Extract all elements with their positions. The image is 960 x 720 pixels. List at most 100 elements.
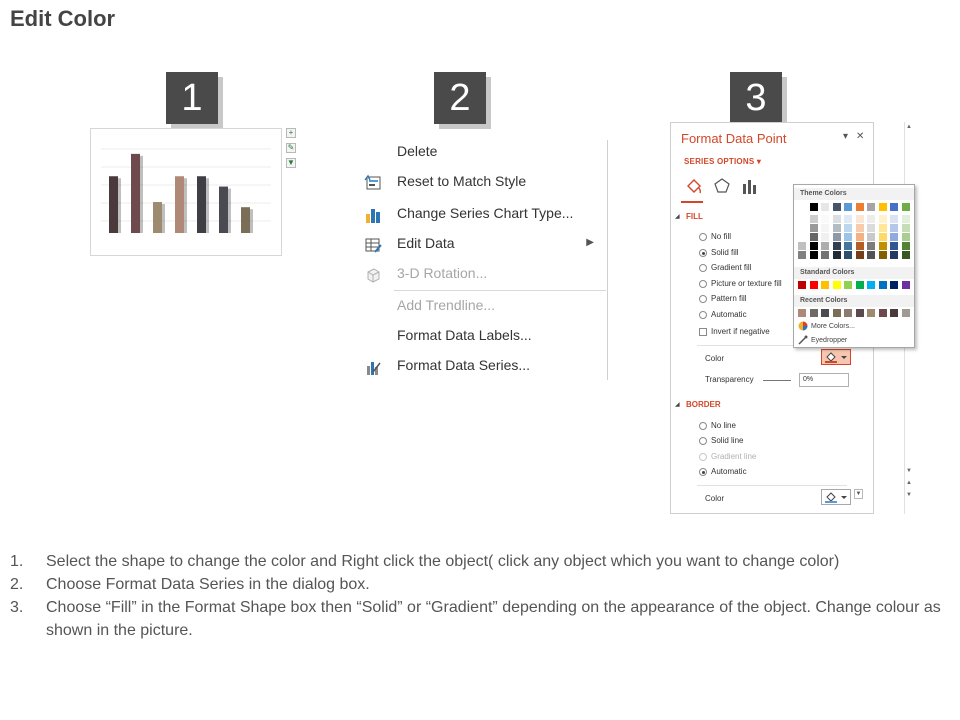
theme-color-swatch[interactable] [821, 233, 829, 241]
theme-color-swatch[interactable] [867, 242, 875, 250]
scroll-next-icon[interactable]: ▼ [906, 492, 912, 498]
fill-color-button[interactable] [821, 349, 851, 365]
theme-color-swatch[interactable] [855, 242, 864, 250]
effects-tab[interactable] [713, 177, 731, 195]
theme-color-swatch[interactable] [878, 203, 887, 211]
theme-color-swatch[interactable] [809, 203, 818, 211]
theme-color-swatch[interactable] [878, 224, 887, 232]
theme-color-swatch[interactable] [890, 251, 898, 259]
pane-options-icon[interactable]: ▾ [843, 131, 848, 142]
recent-color-swatch[interactable] [844, 309, 852, 317]
theme-color-swatch[interactable] [832, 242, 841, 250]
theme-color-swatch[interactable] [798, 203, 806, 211]
theme-color-swatch[interactable] [901, 203, 910, 211]
scroll-up-icon[interactable]: ▲ [906, 124, 912, 130]
theme-color-swatch[interactable] [878, 215, 887, 223]
theme-color-swatch[interactable] [901, 224, 910, 232]
radio[interactable] [699, 311, 707, 319]
standard-color-swatch[interactable] [809, 281, 818, 289]
collapse-triangle-icon[interactable]: ◢ [675, 401, 680, 408]
recent-color-swatch[interactable] [809, 309, 818, 317]
theme-color-swatch[interactable] [878, 233, 887, 241]
theme-color-swatch[interactable] [867, 224, 875, 232]
standard-color-swatch[interactable] [890, 281, 898, 289]
fill-line-tab[interactable] [685, 177, 703, 195]
recent-color-swatch[interactable] [890, 309, 898, 317]
theme-color-swatch[interactable] [798, 251, 806, 259]
theme-color-swatch[interactable] [809, 251, 818, 259]
radio[interactable] [699, 422, 707, 430]
series-options-dropdown[interactable]: SERIES OPTIONS ▾ [684, 157, 761, 166]
theme-color-swatch[interactable] [878, 251, 887, 259]
theme-color-swatch[interactable] [890, 242, 898, 250]
theme-color-swatch[interactable] [809, 224, 818, 232]
theme-color-swatch[interactable] [798, 233, 806, 241]
theme-color-swatch[interactable] [821, 251, 829, 259]
theme-color-swatch[interactable] [821, 203, 829, 211]
theme-color-swatch[interactable] [901, 233, 910, 241]
radio[interactable] [699, 280, 707, 288]
border-color-button[interactable] [821, 489, 851, 505]
menu-item-edit-data[interactable]: Edit Data ▶ [360, 232, 606, 258]
chart-bar[interactable] [153, 202, 162, 233]
theme-color-swatch[interactable] [867, 251, 875, 259]
theme-color-swatch[interactable] [878, 242, 887, 250]
standard-color-swatch[interactable] [832, 281, 841, 289]
transparency-input[interactable]: 0% [799, 373, 849, 387]
theme-color-swatch[interactable] [844, 242, 852, 250]
theme-color-swatch[interactable] [832, 215, 841, 223]
theme-color-swatch[interactable] [798, 224, 806, 232]
chart-styles-button[interactable]: ✎ [286, 143, 296, 153]
theme-color-swatch[interactable] [890, 203, 898, 211]
menu-item-format-data-series[interactable]: Format Data Series... [360, 354, 606, 380]
theme-color-swatch[interactable] [809, 242, 818, 250]
radio[interactable] [699, 264, 707, 272]
recent-color-swatch[interactable] [798, 309, 806, 317]
theme-color-swatch[interactable] [844, 224, 852, 232]
collapse-triangle-icon[interactable]: ◢ [675, 213, 680, 220]
standard-color-swatch[interactable] [798, 281, 806, 289]
theme-color-swatch[interactable] [832, 203, 841, 211]
more-colors-item[interactable]: More Colors... [798, 321, 855, 333]
standard-color-swatch[interactable] [844, 281, 852, 289]
chart-bar[interactable] [197, 176, 206, 233]
transparency-slider[interactable] [763, 380, 791, 381]
theme-color-swatch[interactable] [844, 233, 852, 241]
radio[interactable] [699, 233, 707, 241]
theme-color-swatch[interactable] [798, 215, 806, 223]
standard-color-swatch[interactable] [867, 281, 875, 289]
chart-thumbnail[interactable] [90, 128, 282, 256]
border-heading[interactable]: BORDER [686, 400, 721, 409]
chart-bar[interactable] [109, 176, 118, 233]
scroll-down-icon[interactable]: ▼ [906, 468, 912, 474]
radio[interactable] [699, 295, 707, 303]
recent-color-swatch[interactable] [832, 309, 841, 317]
recent-color-swatch[interactable] [855, 309, 864, 317]
radio[interactable] [699, 249, 707, 257]
theme-color-swatch[interactable] [855, 215, 864, 223]
theme-color-swatch[interactable] [855, 251, 864, 259]
theme-color-swatch[interactable] [844, 203, 852, 211]
theme-color-swatch[interactable] [901, 215, 910, 223]
recent-color-swatch[interactable] [867, 309, 875, 317]
theme-color-swatch[interactable] [844, 215, 852, 223]
chart-bar[interactable] [241, 207, 250, 233]
radio[interactable] [699, 468, 707, 476]
chart-filters-button[interactable]: ▼ [286, 158, 296, 168]
theme-color-swatch[interactable] [855, 233, 864, 241]
scroll-down-arrow-icon[interactable]: ▼ [854, 489, 863, 499]
theme-color-swatch[interactable] [855, 224, 864, 232]
theme-color-swatch[interactable] [844, 251, 852, 259]
series-options-tab[interactable] [741, 177, 759, 195]
recent-color-swatch[interactable] [901, 309, 910, 317]
recent-color-swatch[interactable] [878, 309, 887, 317]
menu-item-delete[interactable]: Delete [360, 140, 606, 166]
chart-bar[interactable] [131, 153, 140, 233]
checkbox[interactable] [699, 328, 707, 336]
menu-item-change-chart-type[interactable]: Change Series Chart Type... [360, 202, 606, 228]
theme-color-swatch[interactable] [867, 233, 875, 241]
menu-item-format-data-labels[interactable]: Format Data Labels... [360, 324, 606, 350]
chart-elements-button[interactable]: + [286, 128, 296, 138]
theme-color-swatch[interactable] [821, 215, 829, 223]
eyedropper-item[interactable]: Eyedropper [798, 335, 847, 347]
